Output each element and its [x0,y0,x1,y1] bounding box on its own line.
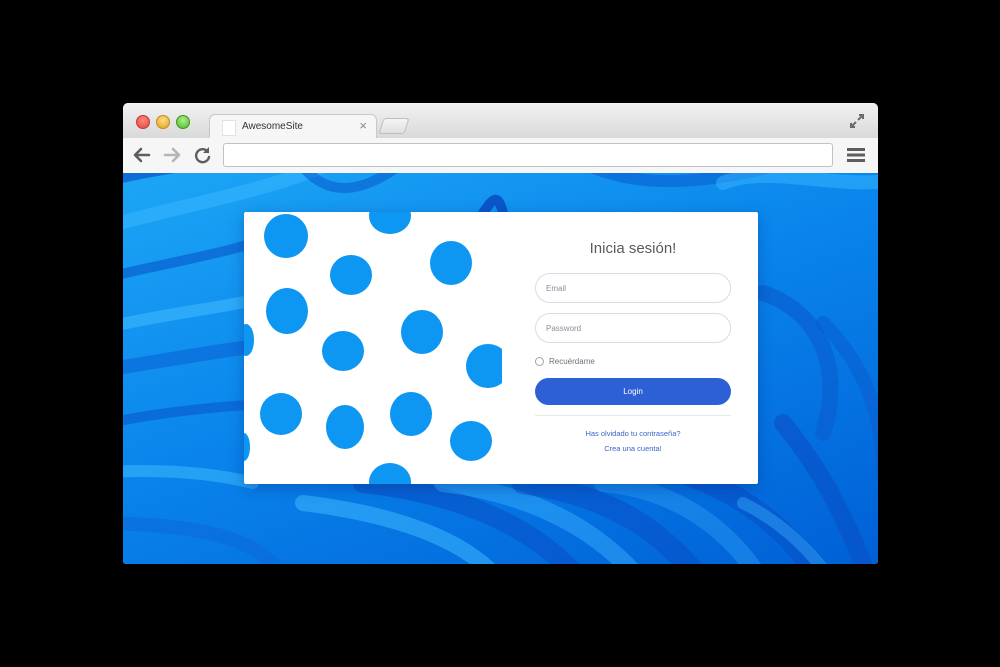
zoom-window-button[interactable] [176,115,190,129]
forgot-password-link[interactable]: Has olvidado tu contraseña? [535,429,731,438]
decorative-dots-illustration [244,212,502,484]
page-viewport: Inicia sesión! Recuérdame Login Has olvi… [123,173,878,564]
back-arrow-icon[interactable] [131,145,153,165]
create-account-link[interactable]: Crea una cuenta! [535,444,731,453]
password-field[interactable] [535,313,731,343]
radio-circle-icon[interactable] [535,356,544,366]
hamburger-menu-icon[interactable] [846,147,866,163]
login-card: Inicia sesión! Recuérdame Login Has olvi… [244,212,758,484]
login-title: Inicia sesión! [589,240,677,257]
tab-close-icon[interactable]: × [359,118,367,133]
remember-me-label: Recuérdame [549,356,595,366]
form-divider [535,415,731,416]
close-window-button[interactable] [136,115,150,129]
address-bar[interactable] [223,143,833,167]
browser-window: AwesomeSite × Inicia sesión! Email Recué… [123,103,878,564]
remember-me-checkbox[interactable]: Recuérdame [535,355,595,367]
login-form: Inicia sesión! Recuérdame Login Has olvi… [535,212,731,484]
minimize-window-button[interactable] [156,115,170,129]
browser-titlebar: AwesomeSite × [123,103,878,139]
forward-arrow-icon[interactable] [161,145,183,165]
browser-toolbar [123,138,878,174]
page-favicon-icon [222,120,236,136]
new-tab-button[interactable] [378,118,410,134]
tab-title: AwesomeSite [242,121,303,132]
reload-icon[interactable] [192,145,214,165]
browser-tab[interactable]: AwesomeSite × [209,114,377,139]
fullscreen-icon[interactable] [848,112,866,130]
email-field[interactable] [535,273,731,303]
login-button[interactable]: Login [535,378,731,405]
